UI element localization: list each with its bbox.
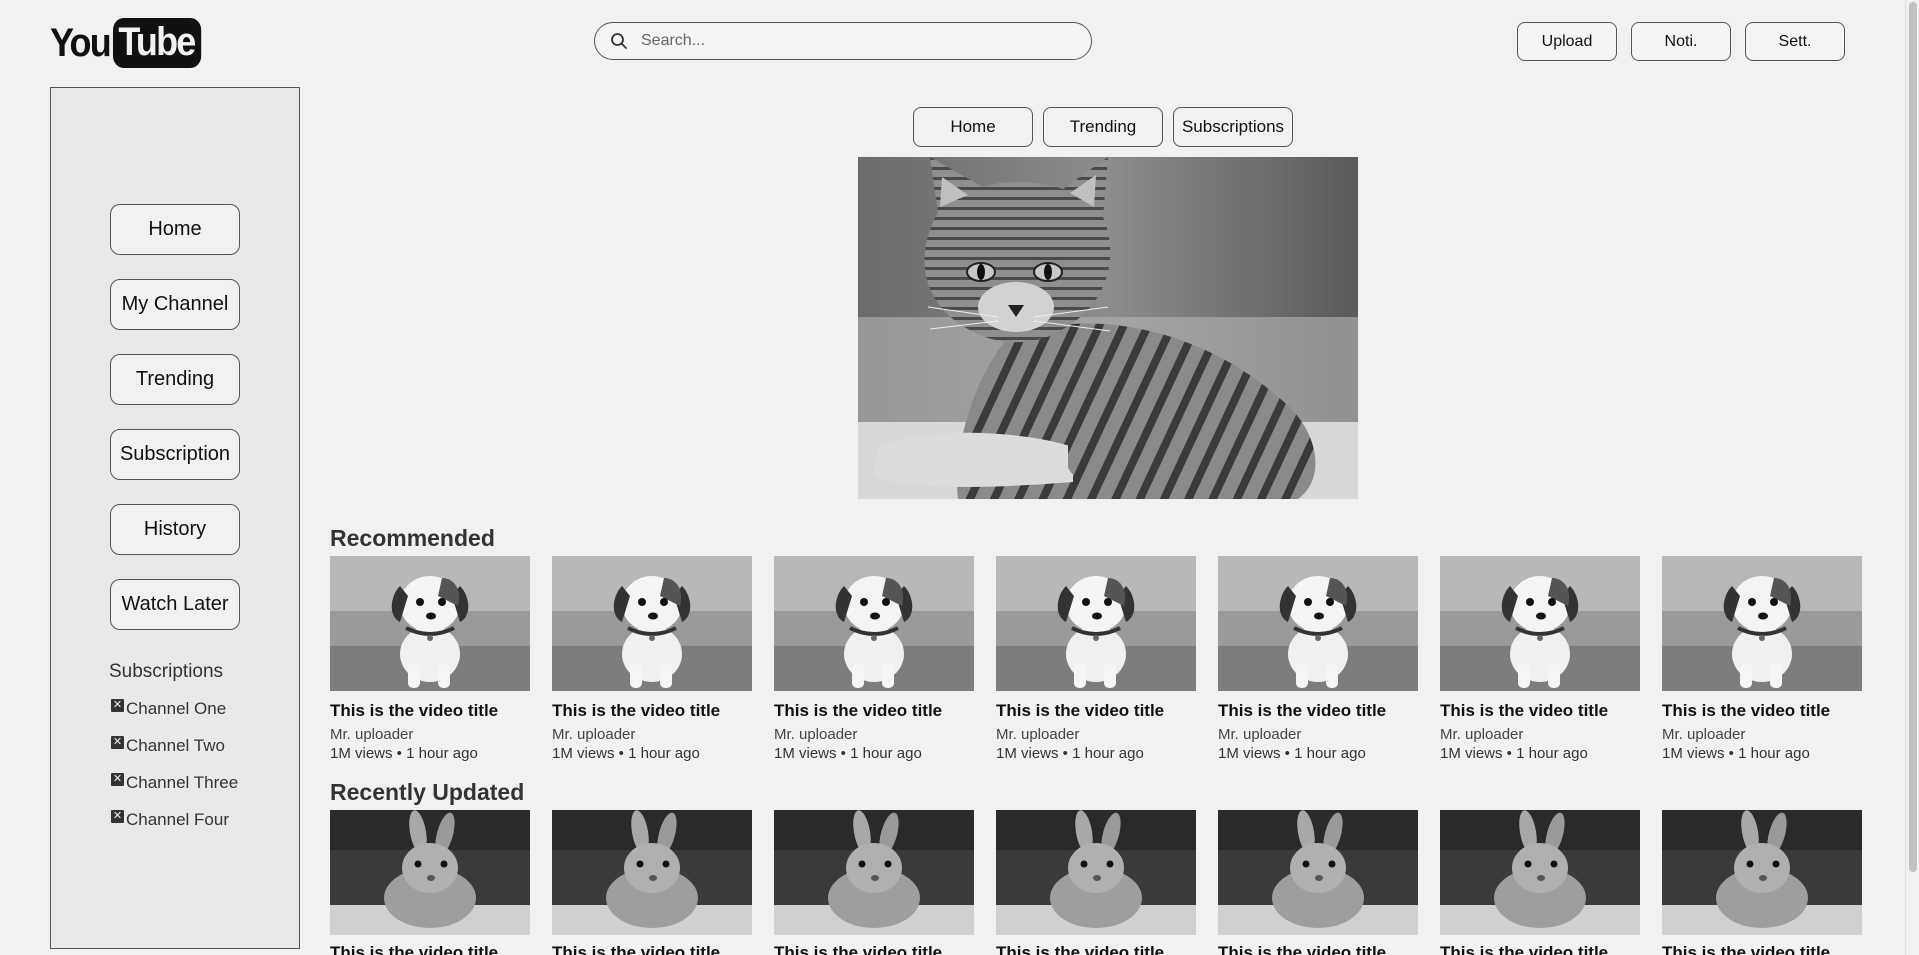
video-thumbnail[interactable] <box>996 556 1196 691</box>
upload-button[interactable]: Upload <box>1517 22 1617 61</box>
video-title[interactable]: This is the video title <box>996 943 1196 955</box>
settings-button[interactable]: Sett. <box>1745 22 1845 61</box>
video-thumbnail[interactable] <box>1662 556 1862 691</box>
video-meta: 1M views • 1 hour ago <box>330 745 478 762</box>
recommended-heading: Recommended <box>330 525 495 551</box>
subscription-label: Channel Two <box>126 736 225 755</box>
sidebar-item-history[interactable]: History <box>110 504 240 555</box>
youtube-logo[interactable]: You Tube <box>50 18 210 68</box>
video-uploader[interactable]: Mr. uploader <box>1440 726 1640 743</box>
video-thumbnail[interactable] <box>1218 556 1418 691</box>
video-uploader[interactable]: Mr. uploader <box>1662 726 1862 743</box>
close-box-icon[interactable]: ✕ <box>111 735 124 749</box>
tab-home[interactable]: Home <box>913 107 1033 147</box>
video-uploader[interactable]: Mr. uploader <box>330 726 530 743</box>
video-title[interactable]: This is the video title <box>996 701 1196 721</box>
recently-updated-heading: Recently Updated <box>330 779 525 805</box>
video-card[interactable]: This is the video title <box>552 810 752 955</box>
video-title[interactable]: This is the video title <box>330 701 530 721</box>
video-title[interactable]: This is the video title <box>1662 701 1862 721</box>
close-box-icon[interactable]: ✕ <box>111 698 124 712</box>
video-title[interactable]: This is the video title <box>1440 701 1640 721</box>
video-title[interactable]: This is the video title <box>774 701 974 721</box>
video-thumbnail[interactable] <box>1662 810 1862 935</box>
search-icon[interactable] <box>609 31 629 51</box>
video-uploader[interactable]: Mr. uploader <box>552 726 752 743</box>
video-uploader[interactable]: Mr. uploader <box>996 726 1196 743</box>
sidebar: Home My Channel Trending Subscription Hi… <box>50 87 300 949</box>
subscription-item[interactable]: ✕ Channel Three <box>111 772 238 794</box>
video-thumbnail[interactable] <box>330 810 530 935</box>
subscription-item[interactable]: ✕ Channel Four <box>111 809 229 831</box>
video-meta: 1M views • 1 hour ago <box>774 745 922 762</box>
subscription-item[interactable]: ✕ Channel One <box>111 698 226 720</box>
tab-trending[interactable]: Trending <box>1043 107 1163 147</box>
video-thumbnail[interactable] <box>1440 810 1640 935</box>
video-uploader[interactable]: Mr. uploader <box>1218 726 1418 743</box>
video-card[interactable]: This is the video title Mr. uploader 1M vi… <box>996 556 1196 762</box>
search-bar[interactable] <box>594 22 1092 60</box>
video-card[interactable]: This is the video title <box>774 810 974 955</box>
sidebar-item-my-channel[interactable]: My Channel <box>110 279 240 330</box>
video-card[interactable]: This is the video title <box>996 810 1196 955</box>
video-meta: 1M views • 1 hour ago <box>996 745 1144 762</box>
video-card[interactable]: This is the video title Mr. uploader 1M vi… <box>1440 556 1640 762</box>
search-input[interactable] <box>639 31 1063 51</box>
sidebar-item-subscription[interactable]: Subscription <box>110 429 240 480</box>
subscription-label: Channel Four <box>126 810 230 829</box>
video-thumbnail[interactable] <box>774 556 974 691</box>
video-card[interactable]: This is the video title Mr. uploader 1M vi… <box>552 556 752 762</box>
video-thumbnail[interactable] <box>774 810 974 935</box>
video-thumbnail[interactable] <box>996 810 1196 935</box>
subscriptions-heading: Subscriptions <box>109 661 224 682</box>
video-title[interactable]: This is the video title <box>1662 943 1862 955</box>
sidebar-item-watch-later[interactable]: Watch Later <box>110 579 240 630</box>
video-title[interactable]: This is the video title <box>330 943 530 955</box>
video-card[interactable]: This is the video title <box>1662 810 1862 955</box>
video-thumbnail[interactable] <box>1440 556 1640 691</box>
video-title[interactable]: This is the video title <box>1440 943 1640 955</box>
notifications-button[interactable]: Noti. <box>1631 22 1731 61</box>
video-thumbnail[interactable] <box>1218 810 1418 935</box>
logo-tube-text: Tube <box>112 18 201 68</box>
close-box-icon[interactable]: ✕ <box>111 772 124 786</box>
scrollbar-thumb[interactable] <box>1909 2 1917 872</box>
video-meta: 1M views • 1 hour ago <box>1218 745 1366 762</box>
video-thumbnail[interactable] <box>552 556 752 691</box>
logo-you-text: You <box>50 20 112 65</box>
video-card[interactable]: This is the video title <box>330 810 530 955</box>
video-title[interactable]: This is the video title <box>552 943 752 955</box>
video-title[interactable]: This is the video title <box>552 701 752 721</box>
subscription-label: Channel One <box>126 699 227 718</box>
sidebar-item-trending[interactable]: Trending <box>110 354 240 405</box>
subscription-label: Channel Three <box>126 773 239 792</box>
video-card[interactable]: This is the video title Mr. uploader 1M vi… <box>1218 556 1418 762</box>
vertical-scrollbar[interactable] <box>1905 0 1919 955</box>
featured-cat-image[interactable] <box>858 157 1358 499</box>
app-window: You Tube Upload Noti. Sett. Home My Chan… <box>0 0 1919 955</box>
video-thumbnail[interactable] <box>552 810 752 935</box>
video-title[interactable]: This is the video title <box>1218 701 1418 721</box>
video-thumbnail[interactable] <box>330 556 530 691</box>
sidebar-item-home[interactable]: Home <box>110 204 240 255</box>
video-uploader[interactable]: Mr. uploader <box>774 726 974 743</box>
video-card[interactable]: This is the video title <box>1218 810 1418 955</box>
tab-subscriptions[interactable]: Subscriptions <box>1173 107 1293 147</box>
video-card[interactable]: This is the video title Mr. uploader 1M vi… <box>774 556 974 762</box>
subscription-item[interactable]: ✕ Channel Two <box>111 735 225 757</box>
close-box-icon[interactable]: ✕ <box>111 809 124 823</box>
video-card[interactable]: This is the video title Mr. uploader 1M vi… <box>330 556 530 762</box>
video-card[interactable]: This is the video title Mr. uploader 1M vi… <box>1662 556 1862 762</box>
video-meta: 1M views • 1 hour ago <box>1440 745 1588 762</box>
video-meta: 1M views • 1 hour ago <box>552 745 700 762</box>
video-title[interactable]: This is the video title <box>1218 943 1418 955</box>
video-meta: 1M views • 1 hour ago <box>1662 745 1810 762</box>
video-card[interactable]: This is the video title <box>1440 810 1640 955</box>
video-title[interactable]: This is the video title <box>774 943 974 955</box>
